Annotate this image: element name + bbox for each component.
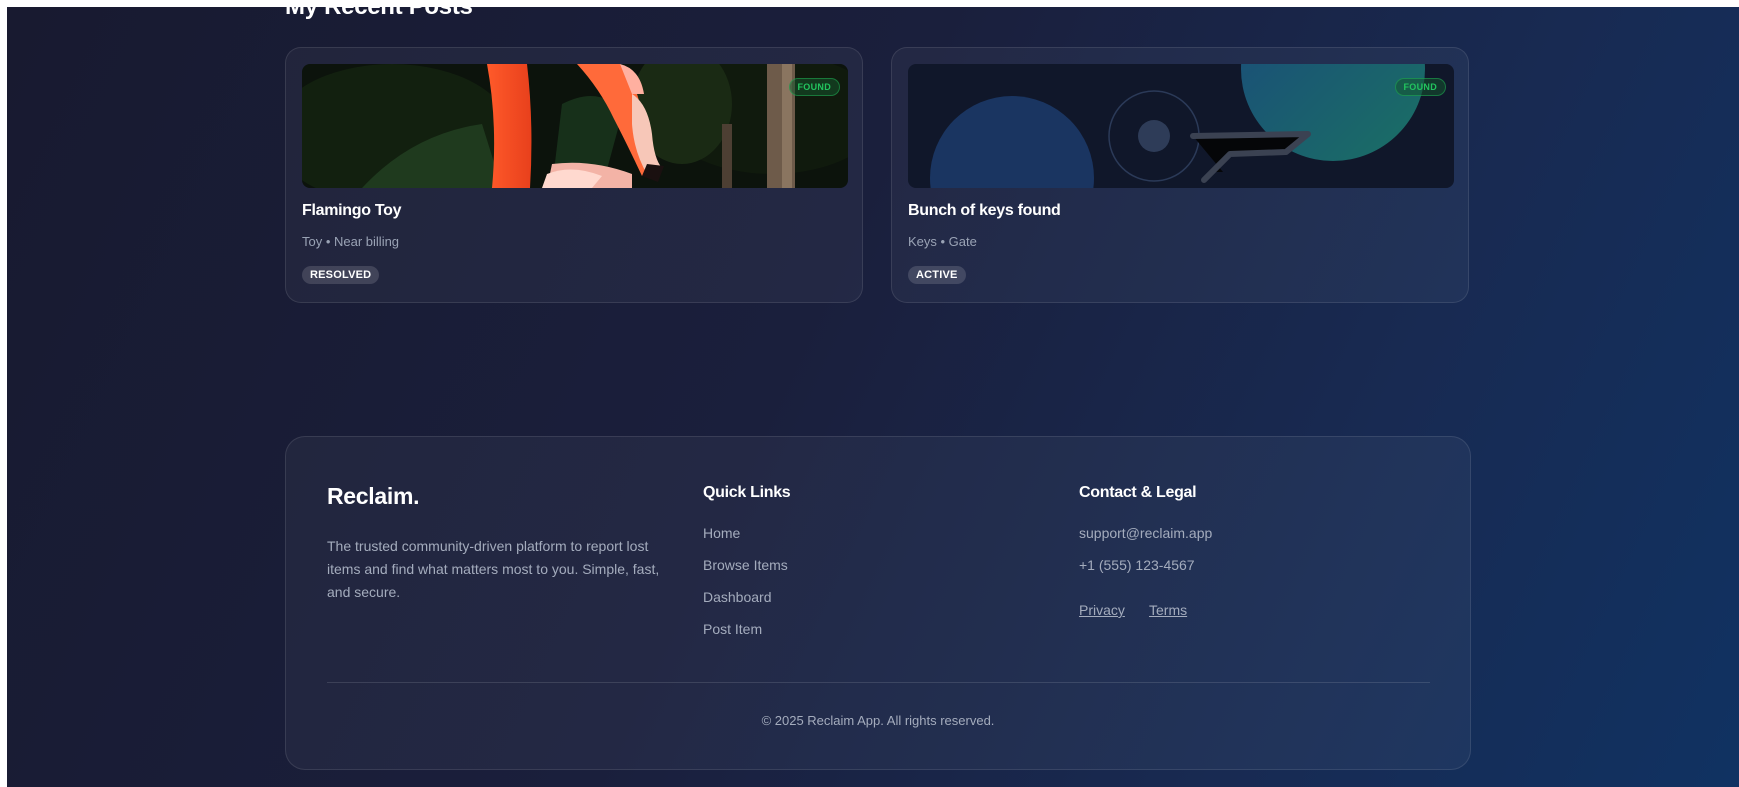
post-card-keys[interactable]: FOUND Bunch of keys found Keys • Gate AC…	[891, 47, 1469, 303]
found-badge: FOUND	[788, 78, 840, 96]
post-title[interactable]: Bunch of keys found	[908, 202, 1061, 220]
post-meta: Keys • Gate	[908, 234, 977, 249]
footer-divider	[327, 682, 1430, 683]
page-viewport: My Recent Posts	[7, 7, 1739, 787]
support-phone[interactable]: +1 (555) 123-4567	[1079, 557, 1195, 573]
site-footer: Reclaim. The trusted community-driven pl…	[285, 436, 1471, 770]
flamingo-photo-image: FOUND	[302, 64, 848, 188]
footer-link-browse-items[interactable]: Browse Items	[703, 556, 788, 588]
post-title[interactable]: Flamingo Toy	[302, 202, 402, 220]
terms-link[interactable]: Terms	[1149, 602, 1187, 618]
found-badge: FOUND	[1394, 78, 1446, 96]
footer-tagline: The trusted community-driven platform to…	[327, 538, 660, 600]
support-email[interactable]: support@reclaim.app	[1079, 525, 1212, 541]
status-badge-resolved: RESOLVED	[302, 266, 380, 284]
copyright-text: © 2025 Reclaim App. All rights reserved.	[761, 713, 995, 728]
post-card-flamingo[interactable]: FOUND Flamingo Toy Toy • Near billing RE…	[285, 47, 863, 303]
footer-brand-logo[interactable]: Reclaim.	[327, 483, 420, 510]
contact-legal-heading: Contact & Legal	[1079, 484, 1197, 501]
footer-link-home[interactable]: Home	[703, 524, 788, 556]
post-meta: Toy • Near billing	[302, 234, 400, 249]
quick-links-heading: Quick Links	[703, 484, 791, 501]
status-badge-active: ACTIVE	[908, 266, 966, 284]
footer-link-dashboard[interactable]: Dashboard	[703, 588, 788, 620]
privacy-link[interactable]: Privacy	[1079, 602, 1125, 618]
quick-links-list: Home Browse Items Dashboard Post Item	[703, 524, 788, 652]
keys-illustration-image: FOUND	[908, 64, 1454, 188]
section-title: My Recent Posts	[285, 7, 473, 21]
footer-link-post-item[interactable]: Post Item	[703, 620, 788, 652]
